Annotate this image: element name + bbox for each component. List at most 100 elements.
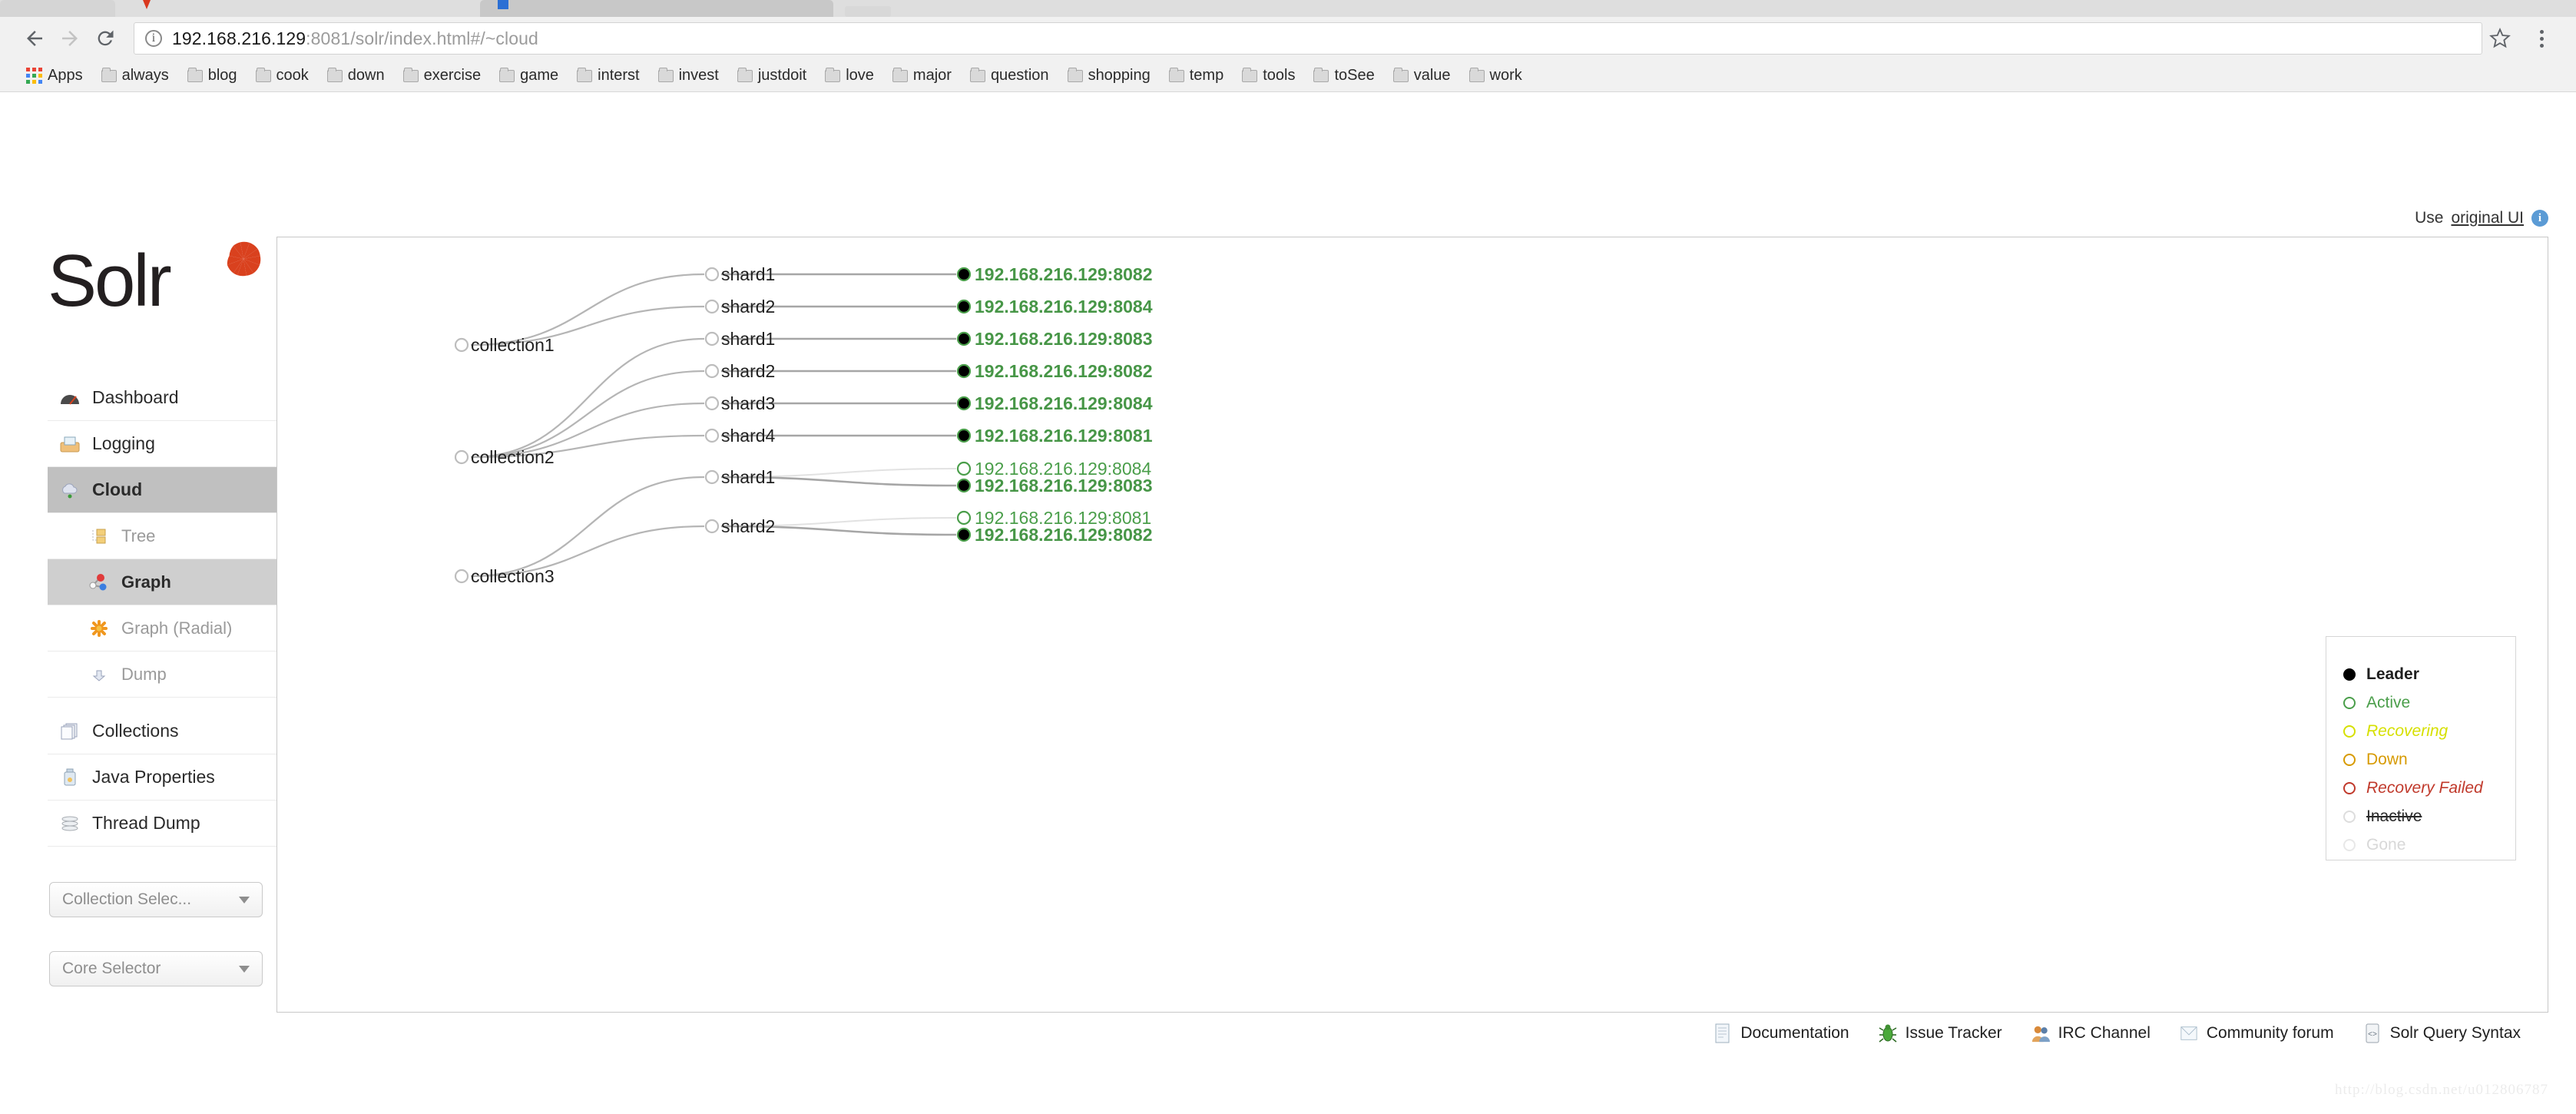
- bookmark-cook[interactable]: cook: [247, 63, 318, 89]
- replica-url-label[interactable]: 192.168.216.129:8083: [975, 476, 1153, 496]
- shard-label[interactable]: shard1: [721, 467, 775, 487]
- star-icon[interactable]: [2482, 28, 2518, 49]
- sidebar-item-logging[interactable]: Logging: [48, 421, 276, 467]
- shard-label[interactable]: shard4: [721, 426, 776, 446]
- reload-icon[interactable]: [88, 21, 123, 56]
- replica-url-label[interactable]: 192.168.216.129:8082: [975, 525, 1153, 545]
- solr-logo[interactable]: Solr: [48, 238, 263, 323]
- bookmark-blog[interactable]: blog: [178, 63, 247, 89]
- collection-label[interactable]: collection2: [471, 447, 555, 467]
- browser-tabstrip[interactable]: [0, 0, 2576, 17]
- replica-node-circle[interactable]: [956, 478, 972, 493]
- footer-link-documentation[interactable]: Documentation: [1713, 1023, 1849, 1043]
- sidebar-item-dump[interactable]: Dump: [48, 651, 276, 698]
- legend-dot-icon: [2343, 810, 2356, 823]
- site-info-icon[interactable]: i: [145, 30, 162, 47]
- shard-label[interactable]: shard1: [721, 264, 775, 284]
- collection-label[interactable]: collection3: [471, 566, 555, 586]
- collection-selector[interactable]: Collection Selec...: [49, 882, 263, 917]
- bookmark-value[interactable]: value: [1384, 63, 1460, 89]
- watermark: http://blog.csdn.net/u012806787: [2335, 1082, 2548, 1098]
- sidebar-item-dashboard[interactable]: Dashboard: [48, 375, 276, 421]
- replica-node-circle[interactable]: [956, 428, 972, 443]
- browser-tab-3[interactable]: [845, 6, 891, 17]
- core-selector[interactable]: Core Selector: [49, 951, 263, 986]
- info-icon[interactable]: i: [2531, 210, 2548, 227]
- shard-label[interactable]: shard3: [721, 393, 775, 413]
- replica-url-label[interactable]: 192.168.216.129:8081: [975, 426, 1153, 446]
- folder-icon: [969, 67, 985, 82]
- chevron-down-icon: [239, 896, 250, 903]
- three-dot-menu-icon[interactable]: [2524, 29, 2559, 48]
- browser-tab-1[interactable]: [0, 0, 115, 17]
- forward-arrow-icon[interactable]: [52, 21, 88, 56]
- bookmark-tools[interactable]: tools: [1233, 63, 1304, 89]
- cloud-graph[interactable]: collection1 shard1 192.168.216.129:8082 sha…: [277, 237, 2548, 1012]
- sidebar-item-java-properties[interactable]: Java Properties: [48, 754, 276, 801]
- footer-link-community-forum[interactable]: Community forum: [2180, 1023, 2334, 1043]
- replica-node-circle[interactable]: [956, 363, 972, 379]
- bookmark-interst[interactable]: interst: [568, 63, 648, 89]
- sidebar-item-graph-radial[interactable]: Graph (Radial): [48, 605, 276, 651]
- shard-label[interactable]: shard2: [721, 516, 775, 536]
- replica-node-circle[interactable]: [956, 299, 972, 314]
- shard-node-circle[interactable]: [704, 519, 720, 534]
- bookmark-tosee[interactable]: toSee: [1304, 63, 1383, 89]
- replica-url-label[interactable]: 192.168.216.129:8082: [975, 264, 1153, 284]
- replica-node-circle[interactable]: [956, 331, 972, 346]
- collection-node-circle[interactable]: [454, 449, 469, 465]
- shard-label[interactable]: shard2: [721, 361, 775, 381]
- bookmark-game[interactable]: game: [490, 63, 568, 89]
- sidebar-item-cloud[interactable]: Cloud: [48, 467, 276, 513]
- bookmark-down[interactable]: down: [318, 63, 394, 89]
- bookmark-invest[interactable]: invest: [649, 63, 728, 89]
- footer-link-label: Community forum: [2206, 1024, 2334, 1042]
- bookmark-justdoit[interactable]: justdoit: [728, 63, 816, 89]
- graph-edge: [470, 337, 705, 459]
- sidebar-item-thread-dump[interactable]: Thread Dump: [48, 801, 276, 847]
- replica-url-label[interactable]: 192.168.216.129:8084: [975, 297, 1153, 317]
- browser-tab-active[interactable]: [480, 0, 833, 17]
- collection-label[interactable]: collection1: [471, 335, 555, 355]
- replica-node-circle[interactable]: [956, 267, 972, 282]
- footer-link-solr-query-syntax[interactable]: <> Solr Query Syntax: [2363, 1023, 2521, 1043]
- shard-node-circle[interactable]: [704, 363, 720, 379]
- bookmark-temp[interactable]: temp: [1160, 63, 1233, 89]
- bookmark-label: justdoit: [757, 67, 807, 84]
- replica-node-circle[interactable]: [956, 510, 972, 526]
- replica-node-circle[interactable]: [956, 527, 972, 542]
- bookmark-apps[interactable]: Apps: [17, 63, 92, 89]
- footer-link-issue-tracker[interactable]: Issue Tracker: [1879, 1023, 2002, 1043]
- back-arrow-icon[interactable]: [17, 21, 52, 56]
- sidebar-item-graph[interactable]: Graph: [48, 559, 276, 605]
- collection-node-circle[interactable]: [454, 337, 469, 353]
- footer-link-label: Solr Query Syntax: [2389, 1024, 2521, 1042]
- shard-node-circle[interactable]: [704, 299, 720, 314]
- bookmark-exercise[interactable]: exercise: [394, 63, 490, 89]
- bookmark-question[interactable]: question: [961, 63, 1058, 89]
- replica-url-label[interactable]: 192.168.216.129:8084: [975, 393, 1153, 413]
- footer-link-irc-channel[interactable]: IRC Channel: [2031, 1023, 2151, 1043]
- bookmark-shopping[interactable]: shopping: [1058, 63, 1160, 89]
- replica-node-circle[interactable]: [956, 461, 972, 476]
- shard-node-circle[interactable]: [704, 428, 720, 443]
- shard-label[interactable]: shard1: [721, 329, 775, 349]
- bookmark-love[interactable]: love: [816, 63, 883, 89]
- bookmark-major[interactable]: major: [883, 63, 961, 89]
- shard-node-circle[interactable]: [704, 267, 720, 282]
- shard-node-circle[interactable]: [704, 331, 720, 346]
- replica-node-circle[interactable]: [956, 396, 972, 411]
- address-bar[interactable]: i 192.168.216.129:8081/solr/index.html#/…: [134, 22, 2482, 55]
- replica-url-label[interactable]: 192.168.216.129:8082: [975, 361, 1153, 381]
- sidebar-item-collections[interactable]: Collections: [48, 708, 276, 754]
- shard-node-circle[interactable]: [704, 396, 720, 411]
- shard-node-circle[interactable]: [704, 469, 720, 485]
- replica-url-label[interactable]: 192.168.216.129:8083: [975, 329, 1153, 349]
- bookmark-always[interactable]: always: [92, 63, 178, 89]
- bookmark-work[interactable]: work: [1460, 63, 1531, 89]
- shard-label[interactable]: shard2: [721, 297, 775, 317]
- collection-node-circle[interactable]: [454, 569, 469, 584]
- sidebar-item-tree[interactable]: Tree: [48, 513, 276, 559]
- solr-sun-icon: [227, 241, 261, 277]
- original-ui-link[interactable]: original UI: [2451, 209, 2524, 227]
